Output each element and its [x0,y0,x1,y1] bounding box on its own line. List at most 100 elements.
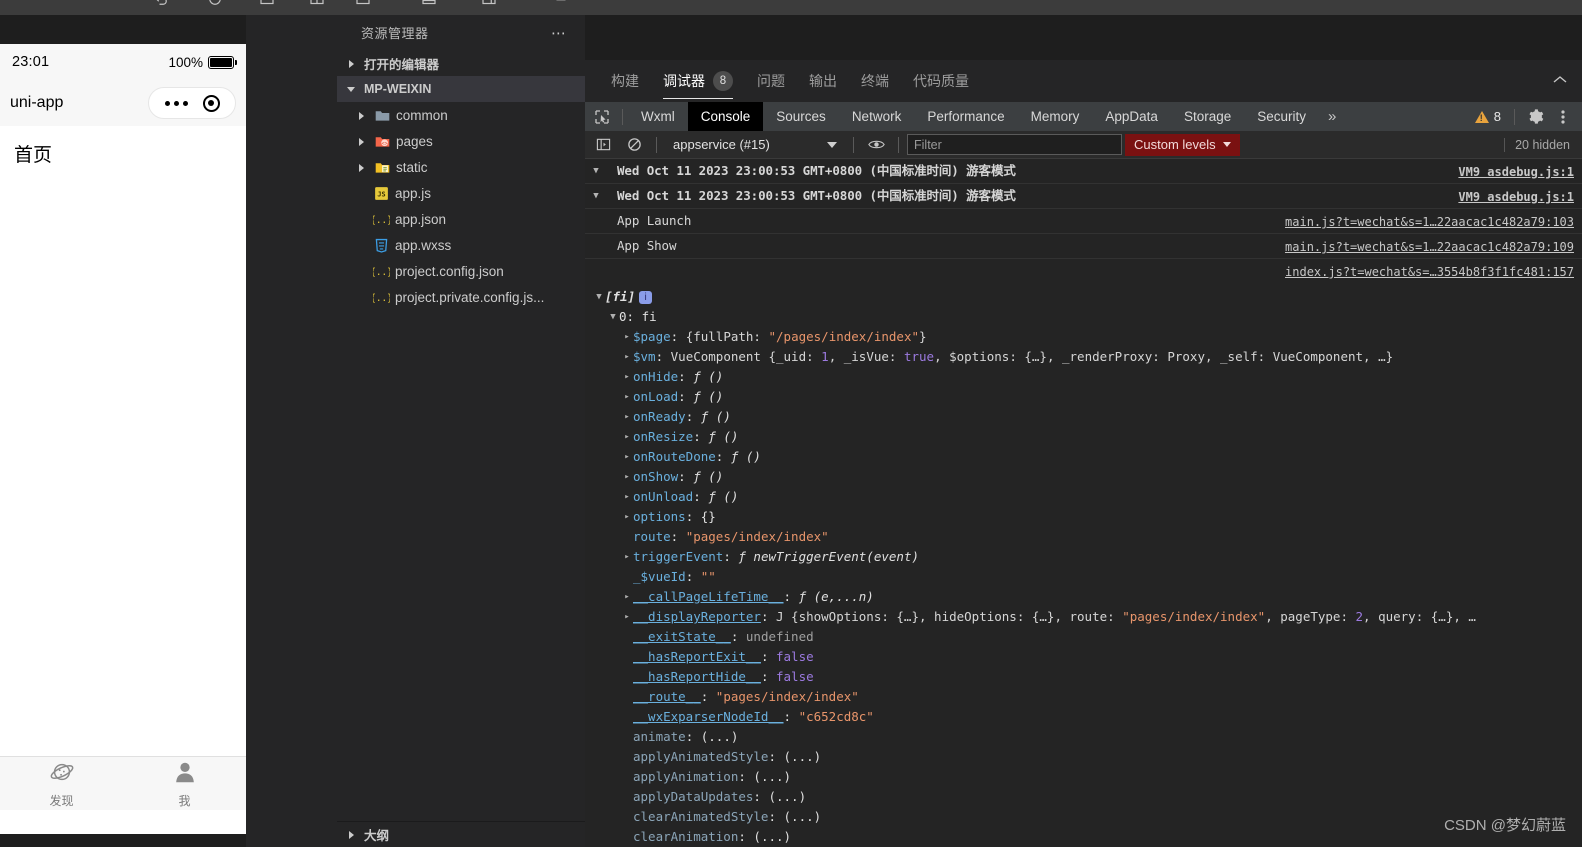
explorer-file-pages[interactable]: <> pages [337,128,585,154]
devtools-tab-storage[interactable]: Storage [1171,102,1244,131]
chevron-right-icon[interactable]: ▸ [621,587,633,607]
chevron-right-icon[interactable]: ▸ [621,547,633,567]
panel-tab-output[interactable]: 输出 [797,60,849,102]
eye-icon[interactable] [862,132,890,158]
panel-tab-code-quality[interactable]: 代码质量 [901,60,981,102]
object-tree-row[interactable]: ▸ $page: {fullPath: "/pages/index/index"} [585,327,1582,347]
vertical-dots-icon[interactable] [1550,102,1576,131]
chevron-right-icon[interactable]: ▸ [621,387,633,407]
object-tree-row[interactable]: ▸ __displayReporter: J {showOptions: {…},… [585,607,1582,627]
console-entry-source[interactable]: main.js?t=wechat&s=1…22aacac1c482a79:103 [1285,212,1574,232]
console-sidebar-icon[interactable] [589,132,617,158]
object-tree-row[interactable]: ▸clearAnimatedStyle: (...) [585,807,1582,827]
terminal-toggle-icon[interactable] [420,0,438,8]
object-tree-row[interactable]: ▸route: "pages/index/index" [585,527,1582,547]
explorer-file-appjs[interactable]: JS app.js [337,180,585,206]
explorer-section-outline[interactable]: 大纲 [337,821,585,847]
panel-tab-problems[interactable]: 问题 [745,60,797,102]
minimize-icon[interactable] [552,0,570,8]
clear-console-icon[interactable] [620,132,648,158]
console-context-select[interactable]: appservice (#15) [665,134,845,156]
object-tree-root[interactable]: ▼ [fi] i [585,287,1582,307]
console-entry-source[interactable]: main.js?t=wechat&s=1…22aacac1c482a79:109 [1285,237,1574,257]
object-tree-row[interactable]: ▸ onShow: ƒ () [585,467,1582,487]
object-tree-row[interactable]: ▸ triggerEvent: ƒ newTriggerEvent(event) [585,547,1582,567]
chevron-right-icon[interactable]: ▸ [621,447,633,467]
object-tree-row[interactable]: ▸applyAnimation: (...) [585,767,1582,787]
console-entry[interactable]: ▼ Wed Oct 11 2023 23:00:53 GMT+0800 (中国标… [585,184,1582,209]
object-tree-row[interactable]: ▸ options: {} [585,507,1582,527]
chevron-right-icon[interactable]: ▸ [621,487,633,507]
chevron-right-icon[interactable]: ▸ [621,607,633,627]
object-tree-row[interactable]: ▸ onHide: ƒ () [585,367,1582,387]
panel-tab-terminal[interactable]: 终端 [849,60,901,102]
tabbar-item-me[interactable]: 我 [123,759,246,809]
chevron-right-icon[interactable]: ▸ [621,507,633,527]
console-entry[interactable]: ▼ Wed Oct 11 2023 23:00:53 GMT+0800 (中国标… [585,159,1582,184]
console-entry-source[interactable]: VM9 asdebug.js:1 [1458,162,1574,182]
object-tree-row[interactable]: ▸applyAnimatedStyle: (...) [585,747,1582,767]
console-filter-input[interactable] [907,134,1122,155]
tabbar-item-discover[interactable]: 发现 [0,759,123,809]
console-output[interactable]: ▼ Wed Oct 11 2023 23:00:53 GMT+0800 (中国标… [585,159,1582,847]
object-tree-row[interactable]: ▸ onReady: ƒ () [585,407,1582,427]
explorer-file-common[interactable]: common [337,102,585,128]
object-tree-row[interactable]: ▸__hasReportExit__: false [585,647,1582,667]
object-tree-row[interactable]: ▸__wxExparserNodeId__: "c652cd8c" [585,707,1582,727]
gear-icon[interactable] [1522,102,1548,131]
chevron-down-icon[interactable]: ▼ [607,307,619,327]
explorer-file-projectprivateconfig[interactable]: {..} project.private.config.js... [337,284,585,310]
preview-icon[interactable] [354,0,372,8]
inspect-cursor-icon[interactable] [587,102,617,131]
object-tree-row[interactable]: ▸ onLoad: ƒ () [585,387,1582,407]
chevron-right-icon[interactable]: ▸ [621,367,633,387]
object-tree-row[interactable]: ▸ onResize: ƒ () [585,427,1582,447]
object-tree-row[interactable]: ▸applyDataUpdates: (...) [585,787,1582,807]
chevron-right-icon[interactable]: ▸ [621,407,633,427]
object-tree-row[interactable]: ▸__route__: "pages/index/index" [585,687,1582,707]
explorer-file-static[interactable]: static [337,154,585,180]
devtools-tab-sources[interactable]: Sources [763,102,839,131]
chevron-down-icon[interactable]: ▼ [593,287,605,307]
expand-arrow-icon[interactable]: ▼ [585,161,607,181]
devtools-tab-network[interactable]: Network [839,102,915,131]
panel-toggle-icon[interactable] [480,0,498,8]
chevron-up-icon[interactable] [1552,72,1568,88]
undo-icon[interactable] [152,0,170,8]
redo-icon[interactable] [206,0,224,8]
object-tree-row[interactable]: ▸animate: (...) [585,727,1582,747]
devtools-tab-appdata[interactable]: AppData [1092,102,1171,131]
chevron-right-icon[interactable]: ▸ [621,467,633,487]
object-tree-row[interactable]: ▸__hasReportHide__: false [585,667,1582,687]
explorer-section-mp-weixin[interactable]: MP-WEIXIN [337,76,585,102]
split-editor-icon[interactable] [308,0,326,8]
devtools-tab-performance[interactable]: Performance [914,102,1017,131]
object-tree-row[interactable]: ▸_$vueId: "" [585,567,1582,587]
panel-tab-debugger[interactable]: 调试器 8 [651,60,745,102]
explorer-file-projectconfig[interactable]: {..} project.config.json [337,258,585,284]
chevron-right-icon[interactable]: ▸ [621,427,633,447]
object-tree-row[interactable]: ▸ onUnload: ƒ () [585,487,1582,507]
devtools-tab-memory[interactable]: Memory [1018,102,1093,131]
object-tree-row[interactable]: ▸ $vm: VueComponent {_uid: 1, _isVue: tru… [585,347,1582,367]
object-tree-row[interactable]: ▸clearAnimation: (...) [585,827,1582,847]
devtools-tab-wxml[interactable]: Wxml [628,102,688,131]
console-levels-dropdown[interactable]: Custom levels [1125,133,1240,156]
object-tree-row[interactable]: ▸ onRouteDone: ƒ () [585,447,1582,467]
target-icon[interactable] [202,94,220,112]
explorer-section-open-editors[interactable]: 打开的编辑器 [337,50,585,76]
object-tree-row[interactable]: ▸__exitState__: undefined [585,627,1582,647]
console-entry[interactable]: index.js?t=wechat&s=…3554b8f3f1fc481:157 [585,259,1582,279]
chevron-right-icon[interactable]: ▸ [621,327,633,347]
layout-panel-icon[interactable] [258,0,276,8]
expand-arrow-icon[interactable]: ▼ [585,186,607,206]
console-entry-source[interactable]: index.js?t=wechat&s=…3554b8f3f1fc481:157 [1285,262,1574,282]
object-tree-row[interactable]: ▸ __callPageLifeTime__: ƒ (e,...n) [585,587,1582,607]
console-entry[interactable]: App Launch main.js?t=wechat&s=1…22aacac1… [585,209,1582,234]
wechat-capsule[interactable] [148,87,236,119]
warning-count-chip[interactable]: 8 [1469,109,1507,124]
more-dots-icon[interactable] [164,100,188,106]
double-chevron-right-icon[interactable]: » [1319,102,1345,131]
console-entry[interactable]: App Show main.js?t=wechat&s=1…22aacac1c4… [585,234,1582,259]
console-entry-source[interactable]: VM9 asdebug.js:1 [1458,187,1574,207]
